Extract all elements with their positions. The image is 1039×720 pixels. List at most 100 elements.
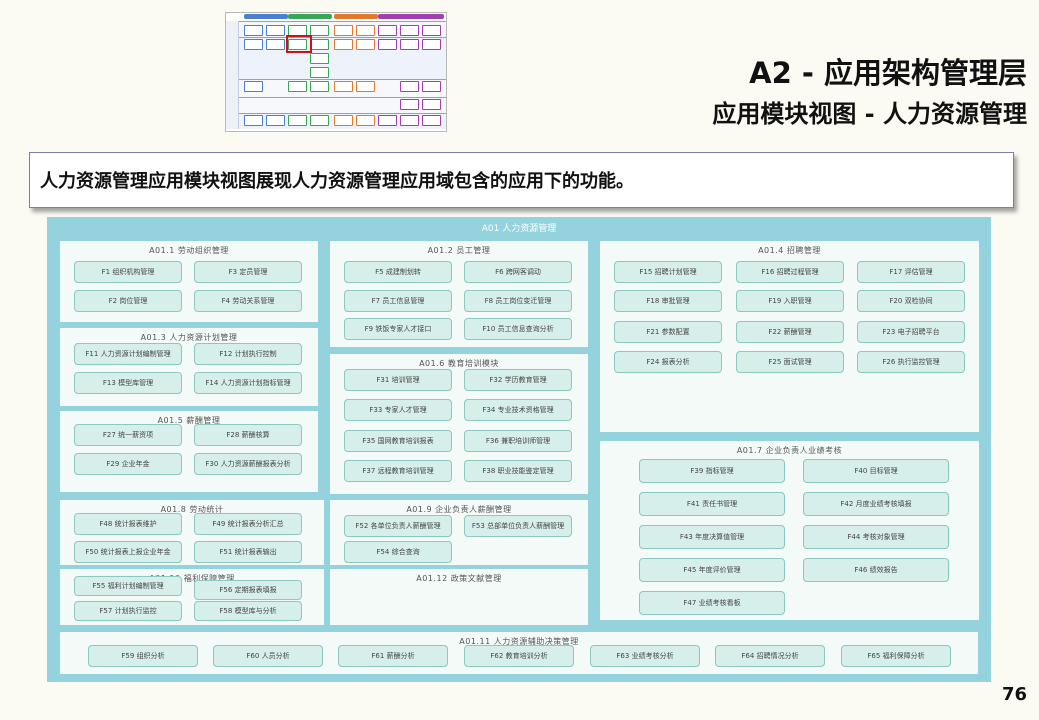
thumbnail-column-header (334, 14, 378, 19)
function-box: F13 模型库管理 (74, 372, 182, 394)
function-box: F65 福利保障分析 (841, 645, 951, 667)
function-box: F40 目标管理 (803, 459, 949, 483)
thumbnail-module-icon (244, 39, 263, 50)
function-box: F63 业绩考核分析 (590, 645, 700, 667)
function-box: F22 薪酬管理 (736, 321, 844, 343)
function-box: F23 电子招聘平台 (857, 321, 965, 343)
function-box: F31 培训管理 (344, 369, 452, 391)
function-box: F16 招聘过程管理 (736, 261, 844, 283)
page-title: A2 - 应用架构管理层 (749, 56, 1027, 90)
function-box: F12 计划执行控制 (194, 343, 302, 365)
function-box: F50 统计报表上报企业年金 (74, 541, 182, 563)
thumbnail-module-icon (356, 25, 375, 36)
thumbnail-module-icon (356, 81, 375, 92)
thumbnail-module-icon (288, 81, 307, 92)
function-box: F60 人员分析 (213, 645, 323, 667)
function-box: F41 责任书管理 (639, 492, 785, 516)
function-box: F42 月度业绩考核填报 (803, 492, 949, 516)
domain-title: A01 人力资源管理 (481, 224, 557, 234)
thumbnail-row-divider (226, 79, 446, 80)
thumbnail-module-icon (422, 25, 441, 36)
function-box: F32 学历教育管理 (464, 369, 572, 391)
thumbnail-module-icon (310, 39, 329, 50)
page-subtitle: 应用模块视图 - 人力资源管理 (712, 100, 1027, 128)
function-box: F38 职业技能鉴定管理 (464, 460, 572, 482)
thumbnail-module-icon (400, 39, 419, 50)
thumbnail-module-icon (310, 67, 329, 78)
thumbnail-module-icon (310, 53, 329, 64)
function-box: F28 薪酬核算 (194, 424, 302, 446)
thumbnail-module-icon (378, 39, 397, 50)
function-box: F56 定期报表填报 (194, 580, 302, 600)
function-box: F7 员工信息管理 (344, 290, 452, 312)
function-box: F39 指标管理 (639, 459, 785, 483)
thumbnail-module-icon (334, 115, 353, 126)
function-box: F3 定员管理 (194, 261, 302, 283)
function-box: F44 考核对象管理 (803, 525, 949, 549)
function-box: F30 人力资源薪酬报表分析 (194, 453, 302, 475)
thumbnail-module-icon (422, 115, 441, 126)
thumbnail-module-icon (356, 115, 375, 126)
thumbnail-module-icon (400, 99, 419, 110)
function-box: F5 成建制划转 (344, 261, 452, 283)
function-box: F20 双检协同 (857, 290, 965, 312)
thumbnail-module-icon (244, 25, 263, 36)
function-box: F51 统计报表输出 (194, 541, 302, 563)
module-title: A01.3 人力资源计划管理 (140, 333, 238, 342)
description-text: 人力资源管理应用模块视图展现人力资源管理应用域包含的应用下的功能。 (40, 171, 634, 192)
thumbnail-module-icon (266, 39, 285, 50)
thumbnail-module-icon (244, 115, 263, 126)
function-box: F17 评估管理 (857, 261, 965, 283)
function-box: F45 年度评价管理 (639, 558, 785, 582)
thumbnail-module-icon (422, 81, 441, 92)
module-a01-3: A01.3 人力资源计划管理 (60, 328, 318, 406)
function-box: F25 面试管理 (736, 351, 844, 373)
function-box: F37 远程教育培训管理 (344, 460, 452, 482)
thumbnail-module-icon (310, 25, 329, 36)
function-box: F2 岗位管理 (74, 290, 182, 312)
function-box: F59 组织分析 (88, 645, 198, 667)
thumbnail-module-icon (266, 25, 285, 36)
thumbnail-module-icon (244, 81, 263, 92)
thumbnail-module-icon (356, 39, 375, 50)
thumbnail-module-icon (334, 81, 353, 92)
function-box: F43 年度决算值管理 (639, 525, 785, 549)
function-box: F27 统一薪资项 (74, 424, 182, 446)
module-title: A01.9 企业负责人薪酬管理 (406, 505, 512, 514)
thumbnail-module-icon (310, 115, 329, 126)
module-title: A01.2 员工管理 (427, 246, 491, 255)
thumbnail-module-icon (378, 25, 397, 36)
module-title: A01.7 企业负责人业绩考核 (736, 446, 843, 455)
function-box: F58 模型库与分析 (194, 601, 302, 621)
module-title: A01.1 劳动组织管理 (149, 246, 229, 255)
function-box: F1 组织机构管理 (74, 261, 182, 283)
function-box: F61 薪酬分析 (338, 645, 448, 667)
thumbnail-module-icon (400, 25, 419, 36)
function-box: F55 福利计划编制管理 (74, 576, 182, 596)
function-box: F53 总部单位负责人薪酬管理 (464, 515, 572, 537)
thumbnail-row-divider (226, 97, 446, 98)
domain-panel: A01 人力资源管理 A01.1 劳动组织管理 F1 组织机构管理 F3 定员管理 F… (47, 217, 991, 682)
function-box: F8 员工岗位变迁管理 (464, 290, 572, 312)
overview-thumbnail (225, 12, 447, 132)
function-box: F49 统计报表分析汇总 (194, 513, 302, 535)
thumbnail-row-divider (226, 21, 446, 22)
function-box: F36 兼职培训师管理 (464, 430, 572, 452)
function-box: F10 员工信息查询分析 (464, 318, 572, 340)
function-box: F57 计划执行监控 (74, 601, 182, 621)
function-box: F15 招聘计划管理 (614, 261, 722, 283)
function-box: F9 铁饭专家人才接口 (344, 318, 452, 340)
thumbnail-highlight-marker (286, 35, 312, 53)
thumbnail-row-divider (226, 37, 446, 38)
thumbnail-row-divider (226, 113, 446, 114)
function-box: F52 各单位负责人薪酬管理 (344, 515, 452, 537)
module-title: A01.6 教育培训模块 (419, 359, 499, 368)
thumbnail-module-icon (400, 115, 419, 126)
thumbnail-module-icon (422, 99, 441, 110)
function-box: F33 专家人才管理 (344, 399, 452, 421)
function-box: F24 报表分析 (614, 351, 722, 373)
function-box: F14 人力资源计划指标管理 (194, 372, 302, 394)
function-box: F21 参数配置 (614, 321, 722, 343)
thumbnail-row-label (226, 21, 239, 129)
function-box: F54 综合查询 (344, 541, 452, 563)
